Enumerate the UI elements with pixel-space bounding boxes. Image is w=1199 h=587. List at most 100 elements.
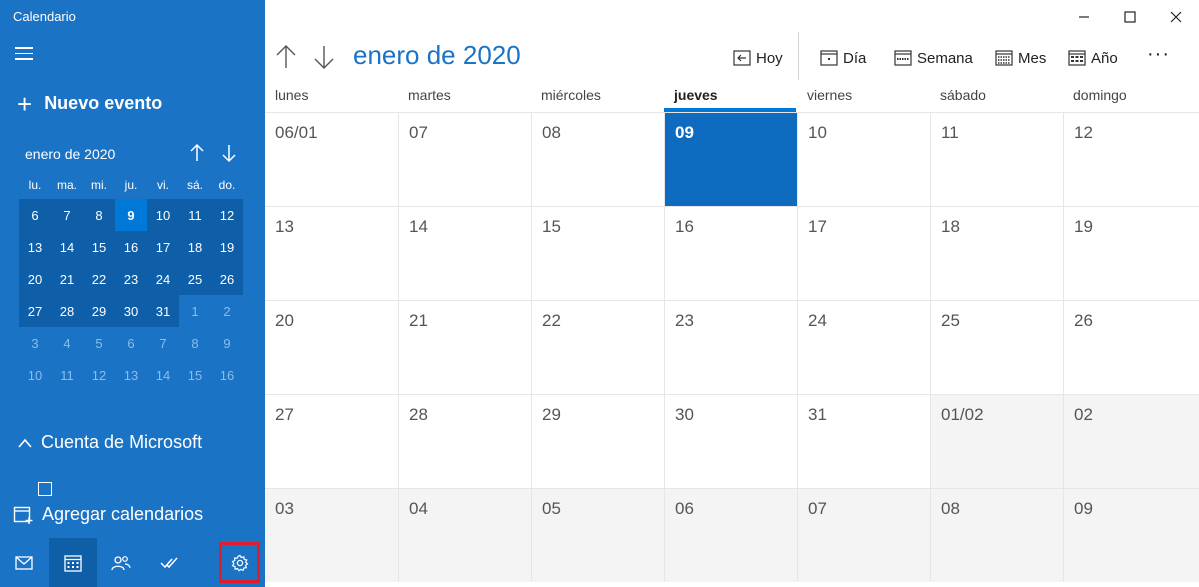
mini-day[interactable]: 29: [83, 295, 115, 327]
mini-day[interactable]: 5: [83, 327, 115, 359]
new-event-button[interactable]: + Nuevo evento: [17, 91, 162, 117]
mail-icon[interactable]: [0, 538, 48, 587]
mini-day-today[interactable]: 9: [115, 199, 147, 231]
day-cell[interactable]: 23: [664, 300, 797, 394]
day-cell[interactable]: 17: [797, 206, 930, 300]
add-calendars-button[interactable]: Agregar calendarios: [0, 496, 265, 532]
day-cell[interactable]: 08: [531, 112, 664, 206]
more-options-icon[interactable]: ···: [1147, 42, 1170, 66]
mini-day[interactable]: 3: [19, 327, 51, 359]
week-view-button[interactable]: Semana: [894, 46, 973, 70]
day-cell[interactable]: 29: [531, 394, 664, 488]
day-cell[interactable]: 16: [664, 206, 797, 300]
mini-day[interactable]: 30: [115, 295, 147, 327]
account-section-toggle[interactable]: Cuenta de Microsoft: [17, 432, 202, 453]
day-cell[interactable]: 22: [531, 300, 664, 394]
mini-day[interactable]: 4: [51, 327, 83, 359]
mini-day[interactable]: 10: [147, 199, 179, 231]
mini-day[interactable]: 10: [19, 359, 51, 391]
mini-day[interactable]: 13: [19, 231, 51, 263]
mini-day[interactable]: 17: [147, 231, 179, 263]
mini-day[interactable]: 6: [115, 327, 147, 359]
day-cell[interactable]: 03: [265, 488, 398, 582]
mini-day[interactable]: 22: [83, 263, 115, 295]
mini-day[interactable]: 9: [211, 327, 243, 359]
prev-month-arrow-up-icon[interactable]: [275, 44, 297, 70]
calendar-icon[interactable]: [49, 538, 97, 587]
day-cell[interactable]: 27: [265, 394, 398, 488]
people-icon[interactable]: [97, 538, 145, 587]
day-cell[interactable]: 14: [398, 206, 531, 300]
mini-day[interactable]: 12: [211, 199, 243, 231]
mini-day[interactable]: 12: [83, 359, 115, 391]
mini-day[interactable]: 11: [179, 199, 211, 231]
month-title[interactable]: enero de 2020: [353, 40, 521, 71]
day-cell[interactable]: 07: [398, 112, 531, 206]
day-cell[interactable]: 05: [531, 488, 664, 582]
mini-day[interactable]: 27: [19, 295, 51, 327]
day-cell[interactable]: 30: [664, 394, 797, 488]
day-cell[interactable]: 09: [1063, 488, 1199, 582]
day-cell[interactable]: 11: [930, 112, 1063, 206]
mini-day[interactable]: 2: [211, 295, 243, 327]
day-cell[interactable]: 15: [531, 206, 664, 300]
mini-day[interactable]: 15: [83, 231, 115, 263]
day-cell[interactable]: 20: [265, 300, 398, 394]
day-cell[interactable]: 10: [797, 112, 930, 206]
mini-day[interactable]: 13: [115, 359, 147, 391]
minimize-icon[interactable]: [1075, 8, 1093, 26]
mini-day[interactable]: 16: [115, 231, 147, 263]
day-cell[interactable]: 01/02: [930, 394, 1063, 488]
day-cell[interactable]: 31: [797, 394, 930, 488]
mini-day[interactable]: 11: [51, 359, 83, 391]
mini-day[interactable]: 26: [211, 263, 243, 295]
close-icon[interactable]: [1167, 8, 1185, 26]
mini-day[interactable]: 7: [51, 199, 83, 231]
day-cell[interactable]: 28: [398, 394, 531, 488]
day-cell[interactable]: 13: [265, 206, 398, 300]
day-cell[interactable]: 02: [1063, 394, 1199, 488]
mini-day[interactable]: 14: [147, 359, 179, 391]
mini-day[interactable]: 24: [147, 263, 179, 295]
mini-day[interactable]: 25: [179, 263, 211, 295]
mini-day[interactable]: 19: [211, 231, 243, 263]
day-cell[interactable]: 24: [797, 300, 930, 394]
mini-day[interactable]: 16: [211, 359, 243, 391]
calendar-checkbox[interactable]: [38, 482, 52, 496]
day-cell[interactable]: 18: [930, 206, 1063, 300]
day-cell[interactable]: 12: [1063, 112, 1199, 206]
day-cell[interactable]: 07: [797, 488, 930, 582]
maximize-icon[interactable]: [1121, 8, 1139, 26]
mini-day[interactable]: 20: [19, 263, 51, 295]
day-cell[interactable]: 25: [930, 300, 1063, 394]
day-cell[interactable]: 06: [664, 488, 797, 582]
day-cell[interactable]: 06/01: [265, 112, 398, 206]
mini-day[interactable]: 31: [147, 295, 179, 327]
hamburger-menu-icon[interactable]: [15, 47, 35, 63]
mini-day[interactable]: 21: [51, 263, 83, 295]
mini-calendar-title[interactable]: enero de 2020: [25, 146, 115, 162]
today-button[interactable]: Hoy: [733, 46, 783, 70]
mini-day[interactable]: 23: [115, 263, 147, 295]
mini-day[interactable]: 7: [147, 327, 179, 359]
mini-day[interactable]: 1: [179, 295, 211, 327]
todo-icon[interactable]: [145, 538, 193, 587]
day-cell[interactable]: 04: [398, 488, 531, 582]
mini-day[interactable]: 14: [51, 231, 83, 263]
mini-day[interactable]: 8: [179, 327, 211, 359]
mini-day[interactable]: 18: [179, 231, 211, 263]
mini-next-month-arrow-down-icon[interactable]: [220, 143, 238, 163]
day-cell[interactable]: 21: [398, 300, 531, 394]
gear-icon[interactable]: [219, 542, 260, 583]
month-view-button[interactable]: Mes: [995, 46, 1046, 70]
next-month-arrow-down-icon[interactable]: [313, 44, 335, 70]
day-view-button[interactable]: Día: [820, 46, 866, 70]
day-cell-today[interactable]: 09: [664, 112, 797, 206]
mini-day[interactable]: 28: [51, 295, 83, 327]
day-cell[interactable]: 26: [1063, 300, 1199, 394]
mini-day[interactable]: 6: [19, 199, 51, 231]
year-view-button[interactable]: Año: [1068, 46, 1118, 70]
mini-day[interactable]: 15: [179, 359, 211, 391]
mini-day[interactable]: 8: [83, 199, 115, 231]
mini-prev-month-arrow-up-icon[interactable]: [188, 143, 206, 163]
